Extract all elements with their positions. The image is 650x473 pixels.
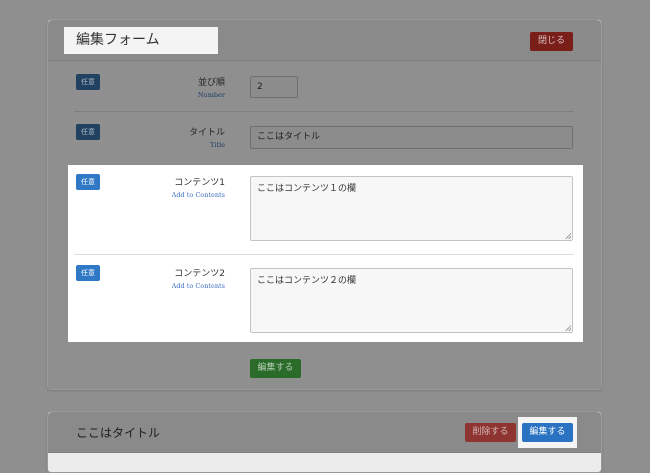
content2-sublabel: Add to Contents bbox=[171, 282, 225, 290]
content1-sublabel: Add to Contents bbox=[171, 191, 225, 199]
item-title: ここはタイトル bbox=[76, 426, 161, 440]
edit-form-body: 任意 並び順 Number 2 任意 タイトル Title ここはタイトル 任意… bbox=[48, 61, 601, 389]
content2-label: コンテンツ2 bbox=[174, 269, 225, 279]
optional-badge: 任意 bbox=[76, 124, 100, 140]
edit-form-panel: 編集フォーム 閉じる 任意 並び順 Number 2 任意 タイトル Title… bbox=[47, 19, 602, 390]
submit-edit-button[interactable]: 編集する bbox=[250, 359, 301, 378]
content-fields-highlight: 任意 コンテンツ1 Add to Contents ここはコンテンツ１の欄 任意… bbox=[68, 165, 583, 342]
item-header: ここはタイトル 削除する 編集する bbox=[48, 412, 601, 453]
content1-label: コンテンツ1 bbox=[174, 178, 225, 188]
edit-form-header: 編集フォーム 閉じる bbox=[48, 20, 601, 61]
close-button[interactable]: 閉じる bbox=[530, 32, 573, 51]
title-input[interactable]: ここはタイトル bbox=[250, 126, 573, 149]
title-label: タイトル bbox=[188, 128, 225, 138]
content2-textarea[interactable]: ここはコンテンツ２の欄 bbox=[250, 268, 573, 333]
optional-badge: 任意 bbox=[76, 74, 100, 90]
order-label: 並び順 bbox=[197, 78, 225, 88]
resize-grip-icon[interactable] bbox=[565, 233, 571, 239]
optional-badge: 任意 bbox=[76, 174, 100, 190]
row-divider bbox=[74, 254, 574, 255]
row-divider bbox=[74, 111, 574, 112]
content1-textarea[interactable]: ここはコンテンツ１の欄 bbox=[250, 176, 573, 241]
order-sublabel: Number bbox=[197, 91, 225, 99]
form-title: 編集フォーム bbox=[64, 27, 218, 54]
order-input[interactable]: 2 bbox=[250, 76, 298, 98]
edit-button[interactable]: 編集する bbox=[522, 423, 573, 442]
delete-button[interactable]: 削除する bbox=[465, 423, 516, 442]
optional-badge: 任意 bbox=[76, 265, 100, 281]
resize-grip-icon[interactable] bbox=[565, 325, 571, 331]
item-panel: ここはタイトル 削除する 編集する bbox=[47, 411, 602, 473]
title-sublabel: Title bbox=[210, 141, 225, 149]
